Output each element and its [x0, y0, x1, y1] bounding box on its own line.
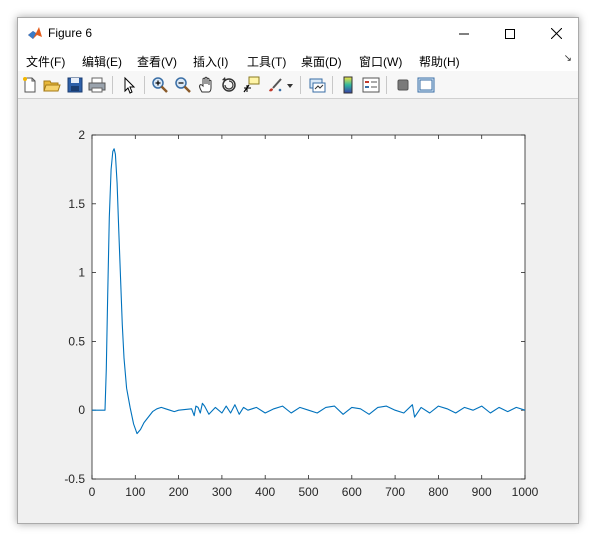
minimize-icon [459, 33, 469, 34]
figure-canvas: 0 100 200 300 400 500 600 700 800 900 1000 -0.5 0 0.5… [18, 99, 578, 523]
legend-icon[interactable] [362, 76, 380, 94]
close-icon [550, 28, 562, 39]
brush-icon[interactable] [266, 76, 284, 94]
toolbar-separator [112, 76, 113, 94]
toolbar-separator [144, 76, 145, 94]
y-tick-label: 1 [78, 266, 85, 280]
menu-desktop[interactable]: 桌面(D) [301, 53, 342, 70]
x-tick-label: 800 [428, 485, 448, 499]
select-arrow-icon[interactable] [120, 76, 138, 94]
x-tick-label: 1000 [512, 485, 539, 499]
plot-area [91, 134, 526, 480]
y-tick-label: 0.5 [68, 334, 85, 348]
maximize-icon [505, 28, 515, 39]
show-plot-tools-icon[interactable] [417, 76, 435, 94]
figure-window: Figure 6 文件(F) 编辑(E) 查看(V) 插入(I) 工具(T) 桌… [17, 17, 579, 524]
y-tick-label: 1.5 [68, 197, 85, 211]
close-button[interactable] [533, 18, 579, 49]
new-figure-icon[interactable] [21, 76, 39, 94]
y-tick-label: -0.5 [64, 472, 85, 486]
matlab-logo-icon [28, 27, 42, 39]
open-file-icon[interactable] [43, 76, 61, 94]
colorbar-icon[interactable] [339, 76, 357, 94]
menu-edit[interactable]: 编辑(E) [82, 53, 122, 70]
menu-tools[interactable]: 工具(T) [247, 53, 286, 70]
menu-view[interactable]: 查看(V) [137, 53, 177, 70]
menu-insert[interactable]: 插入(I) [193, 53, 228, 70]
rotate-3d-icon[interactable] [220, 76, 238, 94]
x-tick-label: 500 [298, 485, 318, 499]
window-title: Figure 6 [48, 26, 93, 40]
toolbar-separator [300, 76, 301, 94]
plot-axes: 0 100 200 300 400 500 600 700 800 900 1000 -0.5 0 0.5… [64, 128, 538, 499]
x-tick-label: 0 [89, 485, 96, 499]
x-tick-label: 400 [255, 485, 275, 499]
pan-hand-icon[interactable] [197, 76, 215, 94]
menu-window[interactable]: 窗口(W) [359, 53, 402, 70]
menu-file[interactable]: 文件(F) [26, 53, 65, 70]
figure-toolbar [18, 71, 578, 99]
zoom-in-icon[interactable] [151, 76, 169, 94]
menu-overflow-icon[interactable]: ↘ [564, 53, 572, 64]
link-plot-icon[interactable] [308, 76, 326, 94]
x-tick-label: 700 [385, 485, 405, 499]
title-bar[interactable]: Figure 6 [18, 18, 578, 49]
zoom-out-icon[interactable] [174, 76, 192, 94]
brush-dropdown-icon[interactable] [286, 76, 294, 94]
x-tick-label: 300 [212, 485, 232, 499]
x-tick-label: 200 [169, 485, 189, 499]
y-tick-label: 2 [78, 128, 85, 142]
toolbar-separator [386, 76, 387, 94]
toolbar-separator [332, 76, 333, 94]
menu-bar: 文件(F) 编辑(E) 查看(V) 插入(I) 工具(T) 桌面(D) 窗口(W… [18, 49, 578, 71]
minimize-button[interactable] [441, 18, 487, 49]
x-tick-label: 900 [472, 485, 492, 499]
data-cursor-icon[interactable] [243, 76, 261, 94]
maximize-button[interactable] [487, 18, 533, 49]
print-icon[interactable] [88, 76, 106, 94]
line-plot[interactable]: 0 100 200 300 400 500 600 700 800 900 1000 -0.5 0 0.5… [18, 99, 578, 523]
x-tick-label: 600 [342, 485, 362, 499]
save-icon[interactable] [66, 76, 84, 94]
y-tick-label: 0 [78, 403, 85, 417]
hide-plot-tools-icon[interactable] [394, 76, 412, 94]
menu-help[interactable]: 帮助(H) [419, 53, 460, 70]
x-tick-label: 100 [125, 485, 145, 499]
